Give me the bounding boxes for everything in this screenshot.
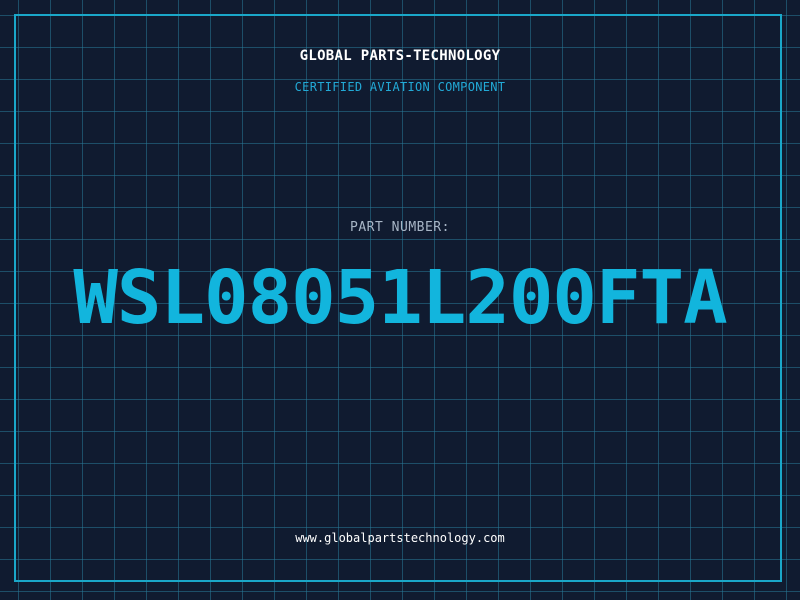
part-number-value: WSL08051L200FTA [73, 255, 727, 341]
part-number-label: PART NUMBER: [350, 220, 450, 235]
certification-subtitle: CERTIFIED AVIATION COMPONENT [294, 80, 506, 94]
company-name: GLOBAL PARTS-TECHNOLOGY [299, 48, 501, 64]
website-url: www.globalpartstechnology.com [295, 531, 505, 545]
